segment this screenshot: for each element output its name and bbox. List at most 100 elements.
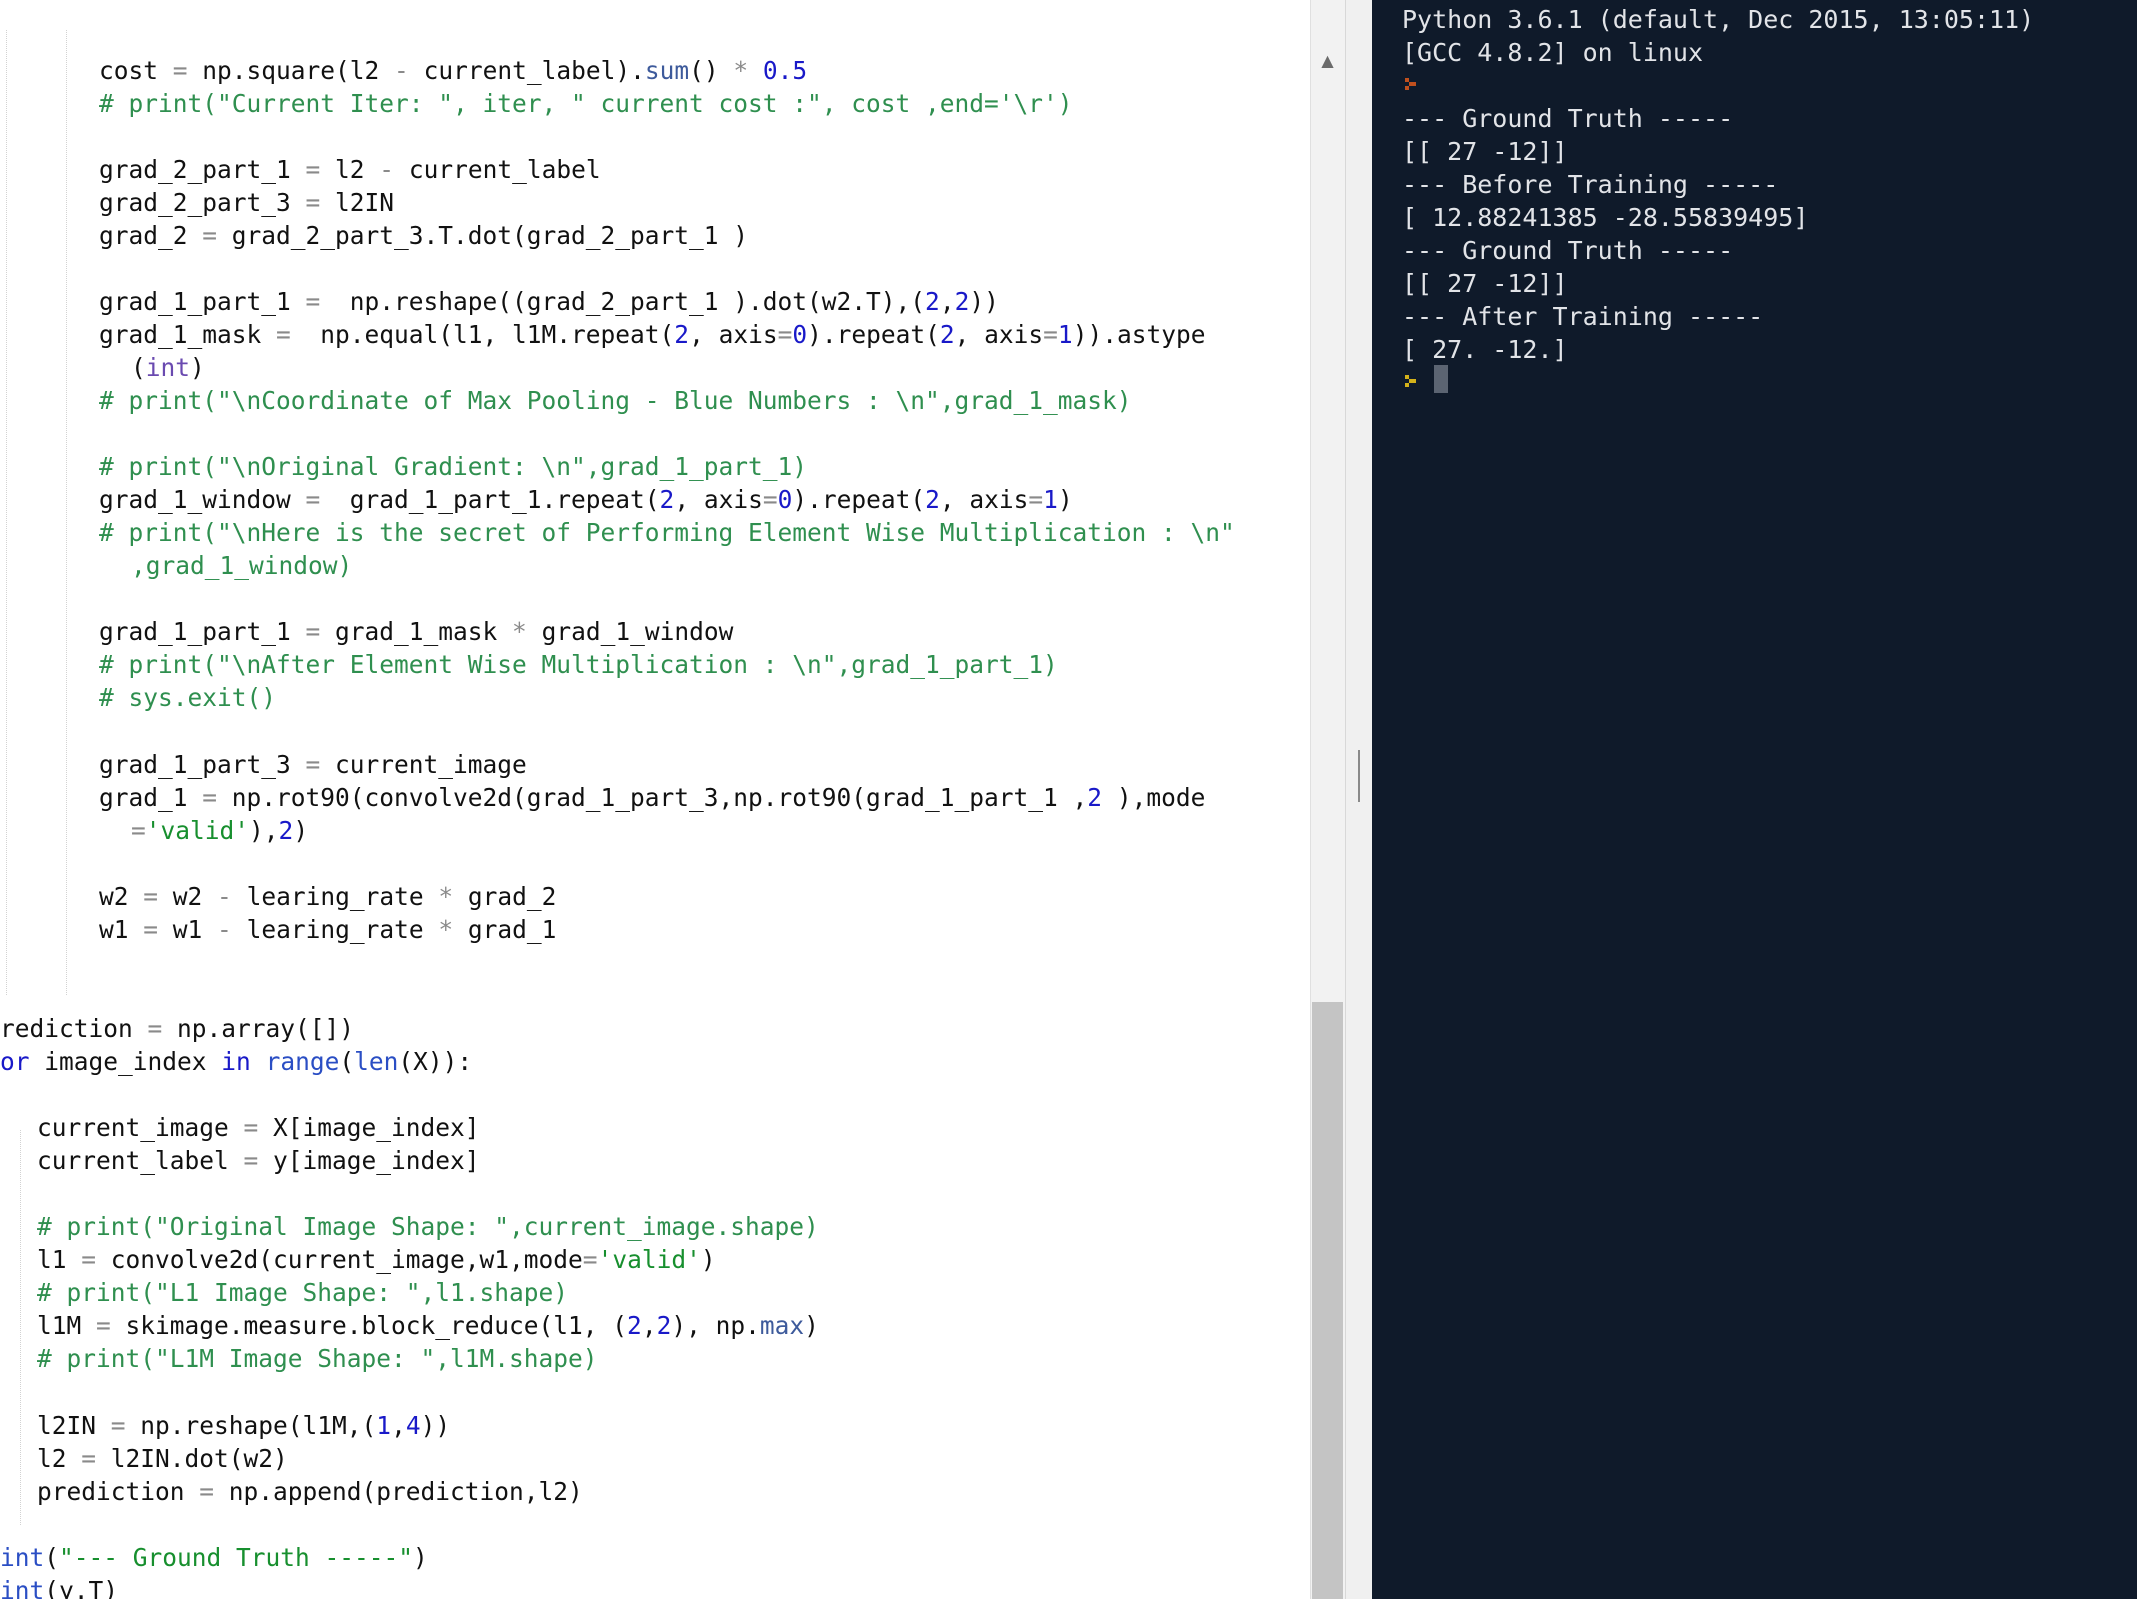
code-token: 'valid' (597, 1245, 701, 1275)
code-token: = (777, 319, 793, 349)
code-line[interactable]: grad_2_part_1 = l2 - current_label (99, 153, 601, 186)
splitter-grip[interactable] (1358, 750, 1360, 802)
code-token: (y.T) (44, 1575, 119, 1599)
code-token: = (762, 485, 778, 515)
code-line[interactable]: # print("\nAfter Element Wise Multiplica… (99, 648, 1058, 681)
code-token: - (394, 55, 409, 85)
code-line[interactable]: current_image = X[image_index] (37, 1111, 480, 1144)
code-token: 'valid' (145, 815, 250, 845)
code-token: = (582, 1245, 598, 1275)
code-line[interactable]: rediction = np.array([]) (0, 1012, 354, 1045)
code-line[interactable]: grad_1_part_1 = np.reshape((grad_2_part_… (99, 285, 999, 318)
code-token: * (512, 617, 527, 647)
code-token: = (276, 319, 291, 349)
code-token: # print("L1 Image Shape: ",l1.shape) (37, 1278, 569, 1308)
code-line[interactable]: grad_1_part_3 = current_image (99, 748, 527, 781)
code-line[interactable]: cost = np.square(l2 - current_label).sum… (99, 54, 807, 87)
code-line[interactable]: (int) (131, 351, 205, 384)
code-line[interactable]: l2 = l2IN.dot(w2) (37, 1442, 288, 1475)
code-line[interactable]: ,grad_1_window) (131, 549, 352, 582)
code-token: grad_1 (453, 914, 557, 944)
code-token: len (354, 1047, 399, 1076)
code-token: ( (44, 1542, 60, 1572)
console-output-line: --- Before Training ----- (1402, 169, 1779, 199)
code-line[interactable]: l2IN = np.reshape(l1M,(1,4)) (37, 1409, 450, 1442)
code-token: 1 (1057, 319, 1073, 349)
code-line[interactable]: grad_1_mask = np.equal(l1, l1M.repeat(2,… (99, 318, 1205, 351)
python-console[interactable]: Python 3.6.1 (default, Dec 2015, 13:05:1… (1372, 0, 2137, 1599)
code-line[interactable]: int(y.T) (0, 1574, 118, 1599)
code-token: 2 (656, 1311, 672, 1341)
code-token: grad_2_part_3 (99, 187, 306, 217)
console-output-line: --- After Training ----- (1402, 301, 1764, 331)
code-token: , axis (954, 319, 1044, 349)
code-token: ( (339, 1047, 355, 1076)
code-line[interactable]: # print("Current Iter: ", iter, " curren… (99, 87, 1073, 120)
code-token: 0.5 (762, 55, 808, 85)
code-line[interactable]: grad_1 = np.rot90(convolve2d(grad_1_part… (99, 781, 1205, 814)
code-token: grad_2 (99, 220, 203, 250)
code-line[interactable]: l1M = skimage.measure.block_reduce(l1, (… (37, 1309, 819, 1342)
code-line[interactable]: grad_2_part_3 = l2IN (99, 186, 394, 219)
code-token: current_image (320, 749, 527, 779)
code-token: = (96, 1311, 111, 1341)
code-line[interactable]: l1 = convolve2d(current_image,w1,mode='v… (37, 1243, 716, 1276)
code-token: learing_rate (231, 881, 439, 911)
code-line[interactable]: grad_2 = grad_2_part_3.T.dot(grad_2_part… (99, 219, 748, 252)
code-token: )) (420, 1410, 451, 1440)
code-line[interactable]: w2 = w2 - learing_rate * grad_2 (99, 880, 556, 913)
scrollbar-thumb[interactable] (1312, 1002, 1343, 1599)
code-token: l1 (37, 1245, 82, 1275)
code-token: # sys.exit() (99, 683, 277, 713)
code-token: = (243, 1113, 259, 1143)
code-line[interactable]: ='valid'),2) (131, 814, 308, 847)
pane-splitter[interactable] (1345, 0, 1373, 1599)
scroll-up-arrow-icon[interactable]: ▲ (1310, 44, 1345, 78)
code-token: grad_1_mask (320, 617, 513, 647)
code-token: np.reshape(l1M,( (125, 1410, 377, 1440)
code-line[interactable]: current_label = y[image_index] (37, 1144, 480, 1177)
code-line[interactable]: # print("\nOriginal Gradient: \n",grad_1… (99, 450, 807, 483)
code-line[interactable]: # print("Original Image Shape: ",current… (37, 1210, 819, 1243)
code-line[interactable]: # print("\nCoordinate of Max Pooling - B… (99, 384, 1132, 417)
code-token: grad_1_part_3 (99, 749, 306, 779)
code-token: * (733, 55, 749, 85)
code-token: = (81, 1245, 97, 1275)
code-line[interactable]: grad_1_window = grad_1_part_1.repeat(2, … (99, 483, 1073, 516)
code-line[interactable]: # print("L1 Image Shape: ",l1.shape) (37, 1276, 568, 1309)
code-line[interactable]: int("--- Ground Truth -----") (0, 1541, 428, 1574)
code-token: l2IN (320, 187, 395, 217)
code-token: np.append(prediction,l2) (214, 1476, 583, 1506)
console-output-line: [GCC 4.8.2] on linux (1402, 37, 1704, 67)
code-token: X[image_index] (258, 1113, 480, 1143)
code-line[interactable]: w1 = w1 - learing_rate * grad_1 (99, 913, 556, 946)
code-token: np.array([]) (162, 1013, 355, 1043)
code-line[interactable]: grad_1_part_1 = grad_1_mask * grad_1_win… (99, 615, 733, 648)
code-token: 2 (627, 1311, 642, 1341)
code-token: # print("\nHere is the secret of Perform… (99, 518, 1235, 548)
code-token: = (202, 220, 218, 250)
code-line[interactable]: or image_index in range(len(X)): (0, 1045, 472, 1078)
code-line[interactable]: # sys.exit() (99, 681, 276, 714)
code-editor[interactable]: cost = np.square(l2 - current_label).sum… (0, 0, 1310, 1599)
code-token: 2 (954, 286, 970, 316)
code-line[interactable]: prediction = np.append(prediction,l2) (37, 1475, 583, 1508)
console-output-line: --- Ground Truth ----- (1402, 235, 1734, 265)
code-token: sum (644, 55, 690, 85)
code-token: ) (1057, 485, 1073, 515)
console-output-line: [ 27. -12.] (1402, 334, 1568, 364)
code-token: current_image (37, 1113, 244, 1143)
code-token: l2IN.dot(w2) (96, 1443, 288, 1473)
code-token: w2 (99, 881, 144, 911)
code-token: 1 (1043, 485, 1058, 515)
code-token: = (110, 1410, 126, 1440)
code-line[interactable]: # print("L1M Image Shape: ",l1M.shape) (37, 1342, 598, 1375)
code-token: grad_1 (99, 782, 203, 812)
code-token: = (305, 617, 321, 647)
code-line[interactable]: # print("\nHere is the secret of Perform… (99, 516, 1235, 549)
code-token: 2 (674, 319, 690, 349)
code-token: ) (293, 815, 309, 845)
console-input-cursor[interactable] (1434, 365, 1448, 393)
code-token: ) (804, 1311, 819, 1341)
code-token: current_label (37, 1146, 244, 1176)
